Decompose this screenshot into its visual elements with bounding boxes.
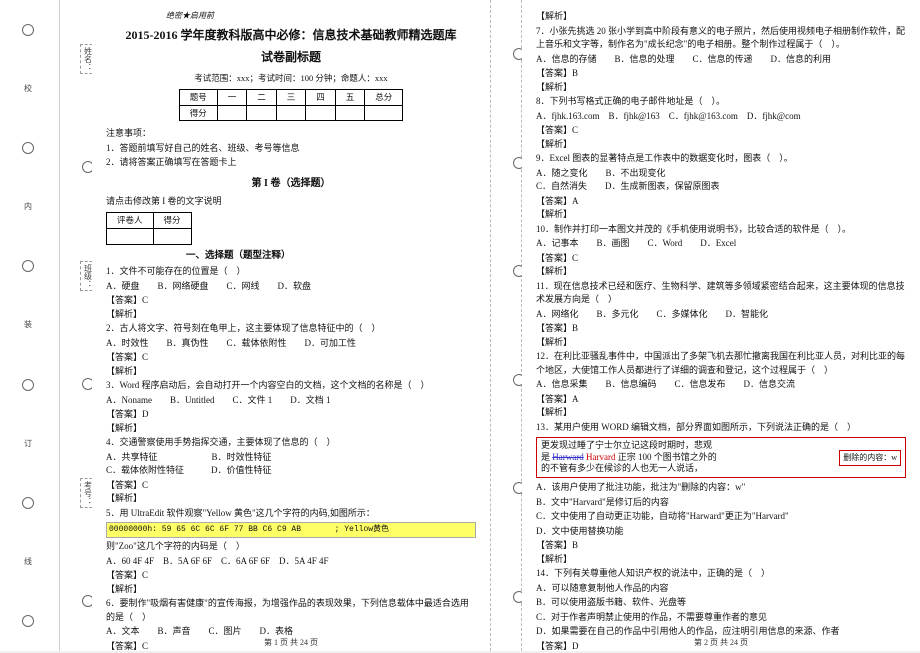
page-footer: 第 2 页 共 24 页 xyxy=(522,637,920,649)
question-stem: 6．要制作"吸烟有害健康"的宣传海报，为增强作品的表现效果，下列信息载体中最适合… xyxy=(106,597,476,624)
page-left: 绝密★启用前 2015-2016 学年度教科版高中必修：信息技术基础教师精选题库… xyxy=(92,0,490,651)
question-stem: 12．在利比亚骚乱事件中，中国派出了多架飞机去那忙撤离我国在利比亚人员，对利比亚… xyxy=(536,350,906,377)
center-gutter xyxy=(490,0,522,651)
secret-label: 绝密★启用前 xyxy=(106,10,476,22)
gutter-label: 校 xyxy=(23,84,34,94)
section-heading: 第 I 卷（选择题） xyxy=(106,176,476,191)
section-instruction: 请点击修改第 I 卷的文字说明 xyxy=(106,195,476,209)
answer: 【答案】A xyxy=(536,393,906,407)
notice-item: 1．答题前填写好自己的姓名、班级、考号等信息 xyxy=(106,142,476,156)
answer: 【答案】B xyxy=(536,539,906,553)
answer: 【答案】A xyxy=(536,195,906,209)
answer: 【答案】C xyxy=(106,479,476,493)
punch-hole xyxy=(22,497,34,509)
answer: 【答案】D xyxy=(106,408,476,422)
question-options: A．信息的存储 B．信息的处理 C．信息的传递 D．信息的利用 xyxy=(536,53,906,67)
explanation: 【解析】 xyxy=(106,422,476,436)
gutter-label: 线 xyxy=(23,557,34,567)
question-option: B．文中"Harvard"是修订后的内容 xyxy=(536,496,906,510)
gutter-label: 订 xyxy=(23,439,34,449)
question-option: A．可以随意复制他人作品的内容 xyxy=(536,582,906,596)
deleted-text: Harward xyxy=(552,452,583,462)
question-stem: 5．用 UltraEdit 软件观察"Yellow 黄色"这几个字符的内码,如图… xyxy=(106,507,476,521)
question-stem: 13．某用户使用 WORD 编辑文档，部分界面如图所示，下列说法正确的是（ ） xyxy=(536,421,906,435)
question-options: A．记事本 B．画图 C．Word D．Excel xyxy=(536,237,906,251)
score-table: 题号 一 二 三 四 五 总分 得分 xyxy=(179,89,404,122)
explanation: 【解析】 xyxy=(536,406,906,420)
question-option: B．可以使用盗版书籍、软件、光盘等 xyxy=(536,596,906,610)
page-footer: 第 1 页 共 24 页 xyxy=(92,637,490,649)
page-right: 【解析】7．小张先挑选 20 张小学到高中阶段有意义的电子照片，然后使用视频电子… xyxy=(522,0,920,651)
explanation: 【解析】 xyxy=(536,553,906,567)
question-option: A．该用户使用了批注功能，批注为"删除的内容：w" xyxy=(536,481,906,495)
track-line: 更发现过睡了宁士尔立记这段时期时，悲观 xyxy=(541,440,833,452)
gutter-label: 装 xyxy=(23,320,34,330)
question-options: A．硬盘 B．网络硬盘 C．网线 D．软盘 xyxy=(106,280,476,294)
inserted-text: Harvard xyxy=(586,452,615,462)
explanation: 【解析】 xyxy=(106,492,476,506)
explanation: 【解析】 xyxy=(106,308,476,322)
explanation: 【解析】 xyxy=(106,583,476,597)
punch-hole xyxy=(22,24,34,36)
question-type-heading: 一、选择题（题型注释） xyxy=(186,249,476,263)
question-stem: 1．文件不可能存在的位置是（ ） xyxy=(106,265,476,279)
punch-hole xyxy=(22,142,34,154)
question-options: A．共享特征 B．时效性特征 C．载体依附性特征 D．价值性特征 xyxy=(106,451,476,478)
question-stem: 3．Word 程序启动后，会自动打开一个内容空白的文档，这个文档的名称是（ ） xyxy=(106,379,476,393)
question-options: A．60 4F 4F B．5A 6F 6F C．6A 6F 6F D．5A 4F… xyxy=(106,555,476,569)
question-option: C．对于作者声明禁止使用的作品，不需要尊重作者的意见 xyxy=(536,611,906,625)
answer: 【答案】C xyxy=(536,124,906,138)
question-option: D．文中使用替换功能 xyxy=(536,525,906,539)
notice-heading: 注意事项： xyxy=(106,127,476,141)
score-row-label: 得分 xyxy=(179,105,217,121)
question-stem: 10．制作并打印一本图文并茂的《手机使用说明书》，比较合适的软件是（ ）。 xyxy=(536,223,906,237)
question-follow: 则"Zoo"这几个字符的内码是（ ） xyxy=(106,540,476,554)
binding-gutter-outer: 校 内 装 订 线 xyxy=(0,0,60,651)
question-options: A．时效性 B．真伪性 C．载体依附性 D．可加工性 xyxy=(106,337,476,351)
explanation: 【解析】 xyxy=(536,208,906,222)
punch-hole xyxy=(22,379,34,391)
document: 校 内 装 订 线 姓名： 班级： 考号： 绝密★启用前 2015-2016 学… xyxy=(0,0,920,651)
question-stem: 7．小张先挑选 20 张小学到高中阶段有意义的电子照片，然后使用视频电子相册制作… xyxy=(536,25,906,52)
question-options: A．fjhk.163.com B．fjhk@163 C．fjhk@163.com… xyxy=(536,110,906,124)
binding-gutter-inner: 姓名： 班级： 考号： xyxy=(60,0,92,651)
explanation: 【解析】 xyxy=(536,10,906,24)
exam-title: 2015-2016 学年度教科版高中必修：信息技术基础教师精选题库 xyxy=(106,26,476,44)
explanation: 【解析】 xyxy=(536,81,906,95)
answer: 【答案】C xyxy=(106,351,476,365)
question-stem: 14．下列有关尊重他人知识产权的说法中，正确的是（ ） xyxy=(536,567,906,581)
exam-subtitle: 试卷副标题 xyxy=(106,48,476,66)
punch-hole xyxy=(22,615,34,627)
question-stem: 11．现在信息技术已经和医疗、生物科学、建筑等多领域紧密结合起来，这主要体现的信… xyxy=(536,280,906,307)
question-options: A．Noname B．Untitled C．文件 1 D．文档 1 xyxy=(106,394,476,408)
explanation: 【解析】 xyxy=(536,138,906,152)
question-options: A．信息采集 B．信息编码 C．信息发布 D．信息交流 xyxy=(536,378,906,392)
question-options: A．网络化 B．多元化 C．多媒体化 D．智能化 xyxy=(536,308,906,322)
question-option: C．文中使用了自动更正功能，自动将"Harward"更正为"Harvard" xyxy=(536,510,906,524)
answer: 【答案】C xyxy=(536,252,906,266)
question-stem: 2．古人将文字、符号刻在龟甲上，这主要体现了信息特征中的（ ） xyxy=(106,322,476,336)
hex-viewer: 00000000h: 59 65 6C 6C 6F 77 BB C6 C9 AB… xyxy=(106,522,476,538)
question-stem: 4．交通警察使用手势指挥交通，主要体现了信息的（ ） xyxy=(106,436,476,450)
word-track-changes-figure: 更发现过睡了宁士尔立记这段时期时，悲观 是 Harward Harvard 正宗… xyxy=(536,437,906,478)
gutter-label: 内 xyxy=(23,202,34,212)
track-line: 是 Harward Harvard 正宗 100 个图书馆之外的 xyxy=(541,452,833,464)
answer: 【答案】B xyxy=(536,322,906,336)
question-options: A．随之变化 B．不出现变化 C．自然消失 D．生成新图表，保留原图表 xyxy=(536,167,906,194)
answer: 【答案】C xyxy=(106,569,476,583)
explanation: 【解析】 xyxy=(536,265,906,279)
punch-hole xyxy=(22,260,34,272)
notice-item: 2．请将答案正确填写在答题卡上 xyxy=(106,156,476,170)
track-balloon: 删除的内容：w xyxy=(839,450,901,466)
question-stem: 9．Excel 图表的显著特点是工作表中的数据变化时，图表（ ）。 xyxy=(536,152,906,166)
answer: 【答案】B xyxy=(536,67,906,81)
explanation: 【解析】 xyxy=(106,365,476,379)
explanation: 【解析】 xyxy=(536,336,906,350)
track-line: 的不管有多少在候诊的人也无一人说话， xyxy=(541,463,833,475)
score-row-label: 题号 xyxy=(179,89,217,105)
review-table: 评卷人得分 xyxy=(106,212,192,245)
answer: 【答案】C xyxy=(106,294,476,308)
question-stem: 8．下列书写格式正确的电子邮件地址是（ ）。 xyxy=(536,95,906,109)
exam-meta: 考试范围：xxx；考试时间：100 分钟；命题人：xxx xyxy=(106,72,476,85)
